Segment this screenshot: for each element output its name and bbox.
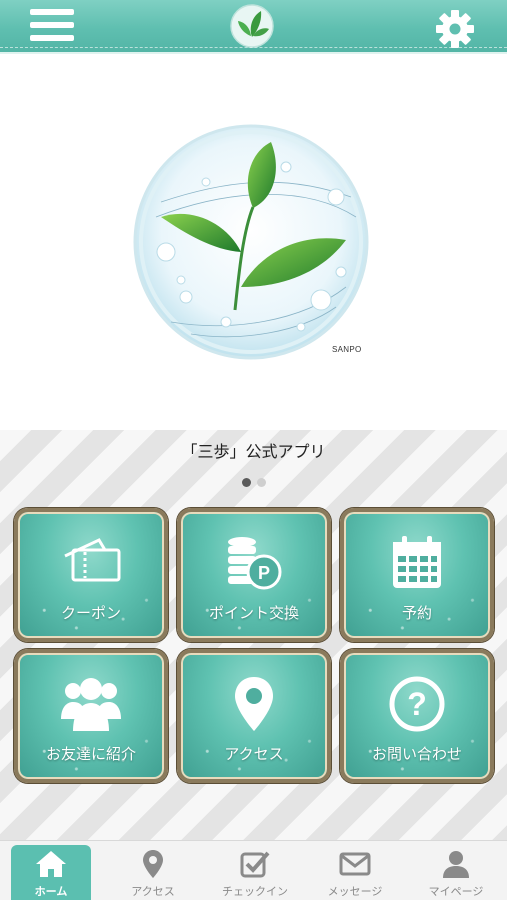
app-caption: 「三歩」公式アプリ <box>181 442 326 461</box>
tile-reservation[interactable]: 予約 <box>340 508 494 642</box>
coupon-ticket-icon <box>64 538 121 582</box>
users-group-icon <box>61 678 121 731</box>
tile-label: お友達に紹介 <box>45 745 136 763</box>
coin-point-icon: P <box>228 537 282 590</box>
tile-contact[interactable]: ? お問い合わせ <box>340 649 494 783</box>
bottom-tab-bar: ホーム アクセス チェックイン メッセージ マイページ <box>0 840 507 900</box>
tab-message[interactable]: メッセージ <box>315 845 395 900</box>
app-header <box>0 0 507 54</box>
page-dot[interactable] <box>241 478 251 487</box>
tab-label: メッセージ <box>327 885 383 898</box>
leaf-logo-icon <box>230 4 274 48</box>
tab-checkin[interactable]: チェックイン <box>215 845 295 900</box>
calendar-icon <box>393 536 441 588</box>
question-circle-icon: ? <box>389 676 445 732</box>
tab-label: ホーム <box>34 885 68 898</box>
logo-text: SANPO <box>332 345 362 354</box>
tile-label: 予約 <box>401 604 432 622</box>
svg-text:P: P <box>258 563 270 583</box>
tile-point-exchange[interactable]: P ポイント交換 <box>177 508 331 642</box>
tile-invite-friends[interactable]: お友達に紹介 <box>14 649 168 783</box>
tab-label: チェックイン <box>222 885 288 898</box>
tab-access[interactable]: アクセス <box>113 845 193 900</box>
tile-access[interactable]: アクセス <box>177 649 331 783</box>
user-icon <box>443 851 469 878</box>
checkin-icon <box>240 851 270 878</box>
hamburger-menu-icon[interactable] <box>30 9 74 45</box>
tile-label: お問い合わせ <box>371 745 462 763</box>
map-pin-icon <box>235 677 273 731</box>
envelope-icon <box>339 852 371 876</box>
menu-area: 「三歩」公式アプリ クーポン P ポイント交換 予約 お友達に紹介 アクセス ?… <box>0 430 507 840</box>
tile-label: アクセス <box>224 745 284 763</box>
leaf-bubble-logo <box>133 124 369 360</box>
gear-icon[interactable] <box>433 7 477 51</box>
tab-label: アクセス <box>131 885 175 898</box>
page-dot[interactable] <box>256 478 266 487</box>
tab-mypage[interactable]: マイページ <box>416 845 496 900</box>
hero-banner: SANPO <box>0 56 507 430</box>
map-pin-icon <box>143 850 163 878</box>
tile-label: クーポン <box>60 604 121 622</box>
tile-coupon[interactable]: クーポン <box>14 508 168 642</box>
page-indicator <box>0 472 507 491</box>
tab-home[interactable]: ホーム <box>11 845 91 900</box>
svg-text:?: ? <box>407 686 427 722</box>
tile-label: ポイント交換 <box>208 604 299 622</box>
tab-label: マイページ <box>428 885 484 898</box>
home-icon <box>36 851 66 877</box>
